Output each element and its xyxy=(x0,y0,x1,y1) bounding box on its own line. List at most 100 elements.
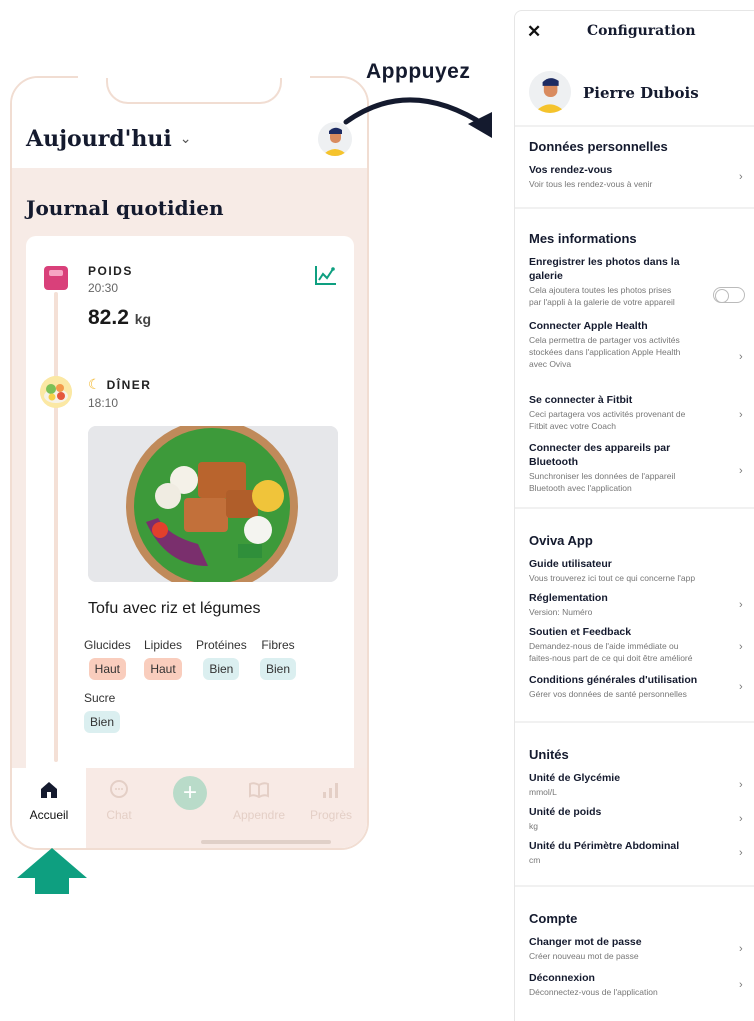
item-regulation[interactable]: Réglementation Version: Numéro xyxy=(529,591,733,618)
item-bluetooth[interactable]: Connecter des appareils par Bluetooth Su… xyxy=(529,441,733,494)
weight-time: 20:30 xyxy=(88,281,119,295)
section-account: Compte Changer mot de passe Créer nouvea… xyxy=(515,887,754,1021)
item-desc-line-2: par l'appli à la galerie de votre appare… xyxy=(529,297,675,307)
item-terms[interactable]: Conditions générales d'utilisation Gérer… xyxy=(529,673,733,700)
nutrient-badge: Haut xyxy=(144,658,182,680)
weight-label: POIDS xyxy=(88,264,133,278)
curved-arrow-icon xyxy=(343,97,492,138)
close-icon[interactable]: ✕ xyxy=(527,22,541,42)
item-title: Unité du Périmètre Abdominal xyxy=(529,840,680,852)
dinner-time: 18:10 xyxy=(88,396,119,410)
bar-chart-icon xyxy=(323,783,338,798)
chevron-right-icon: › xyxy=(739,813,743,825)
tab-chat[interactable]: Chat xyxy=(84,778,154,822)
nutrient-name: Sucre xyxy=(84,691,116,705)
bottom-tab-bar: Accueil Chat + Appendre Progrès xyxy=(12,768,367,848)
item-appointments[interactable]: Vos rendez-vous Voir tous les rendez-vou… xyxy=(529,163,733,190)
date-title: Aujourd'hui xyxy=(26,126,172,152)
meal-photo[interactable] xyxy=(88,426,338,582)
item-desc-line-1: Cela permettra de partager vos activités xyxy=(529,335,680,345)
section-title: Oviva App xyxy=(529,533,593,548)
item-title-line-2: galerie xyxy=(529,270,563,282)
chevron-right-icon: › xyxy=(739,409,743,421)
chat-icon xyxy=(110,780,128,798)
profile-row[interactable]: Pierre Dubois xyxy=(515,55,754,125)
dinner-entry[interactable]: ☾ DÎNER 18:10 xyxy=(88,376,151,410)
item-logout[interactable]: Déconnexion Déconnectez-vous de l'applic… xyxy=(529,971,733,998)
item-title: Connecter Apple Health xyxy=(529,320,648,332)
item-desc: Déconnectez-vous de l'application xyxy=(529,987,658,997)
section-units: Unités Unité de Glycémie mmol/L › Unité … xyxy=(515,723,754,885)
item-desc-line-1: Demandez-nous de l'aide immédiate ou xyxy=(529,641,679,651)
nutrient-sucre: Sucre Bien xyxy=(84,691,121,733)
item-title: Réglementation xyxy=(529,592,608,604)
item-title: Guide utilisateur xyxy=(529,558,612,570)
item-title: Vos rendez-vous xyxy=(529,164,613,176)
tab-home[interactable]: Accueil xyxy=(14,778,84,822)
item-title: Déconnexion xyxy=(529,972,595,984)
chevron-right-icon: › xyxy=(739,847,743,859)
item-title-line-1: Connecter des appareils par xyxy=(529,442,671,454)
item-desc: Gérer vos données de santé personnelles xyxy=(529,689,687,699)
item-user-guide[interactable]: Guide utilisateur Vous trouverez ici tou… xyxy=(529,557,733,584)
nutrient-name: Lipides xyxy=(144,638,183,652)
item-title-line-2: Bluetooth xyxy=(529,456,578,468)
chevron-right-icon: › xyxy=(739,681,743,693)
phone-frame: Aujourd'hui ⌄ Journal quotidien POIDS 20… xyxy=(10,76,369,850)
nutrient-name: Protéines xyxy=(196,638,247,652)
nutrient-name: Glucides xyxy=(84,638,131,652)
item-save-photos: Enregistrer les photos dans la galerie C… xyxy=(529,255,733,308)
tab-progress-label: Progrès xyxy=(309,808,353,822)
section-title: Données personnelles xyxy=(529,139,668,154)
weight-scale-icon xyxy=(44,266,68,290)
meal-bowl-image xyxy=(88,426,338,582)
nutrient-lipides: Lipides Haut xyxy=(144,638,182,680)
item-weight-unit[interactable]: Unité de poids kg xyxy=(529,805,733,832)
section-oviva-app: Oviva App Guide utilisateur Vous trouver… xyxy=(515,509,754,721)
meal-icon xyxy=(40,376,72,408)
nutrient-proteines: Protéines Bien xyxy=(196,638,247,680)
item-title-line-1: Enregistrer les photos dans la xyxy=(529,256,680,268)
item-glucose-unit[interactable]: Unité de Glycémie mmol/L xyxy=(529,771,733,798)
up-arrow-icon xyxy=(17,848,87,894)
tab-progress[interactable]: Progrès xyxy=(296,778,366,822)
phone-notch xyxy=(78,74,310,104)
settings-header: ✕ Configuration xyxy=(515,11,754,55)
chevron-down-icon: ⌄ xyxy=(179,131,192,147)
item-support-feedback[interactable]: Soutien et Feedback Demandez-nous de l'a… xyxy=(529,625,733,664)
annotation-label: Apppuyez xyxy=(366,60,471,83)
date-selector[interactable]: Aujourd'hui ⌄ xyxy=(26,126,191,152)
chevron-right-icon: › xyxy=(739,943,743,955)
nutrient-glucides: Glucides Haut xyxy=(84,638,131,680)
item-title: Se connecter à Fitbit xyxy=(529,394,633,406)
item-fitbit[interactable]: Se connecter à Fitbit Ceci partagera vos… xyxy=(529,393,733,432)
item-desc-line-2: faites-nous part de ce qui doit être amé… xyxy=(529,653,693,663)
chevron-right-icon: › xyxy=(739,979,743,991)
weight-entry[interactable]: POIDS 20:30 xyxy=(88,264,133,295)
item-apple-health[interactable]: Connecter Apple Health Cela permettra de… xyxy=(529,319,733,370)
section-title: Unités xyxy=(529,747,569,762)
nutrient-fibres: Fibres Bien xyxy=(260,638,297,680)
item-title: Unité de Glycémie xyxy=(529,772,621,784)
add-button[interactable]: + xyxy=(155,776,225,810)
tab-learn[interactable]: Appendre xyxy=(224,778,294,822)
nutrient-badge: Haut xyxy=(88,658,127,680)
graph-icon[interactable] xyxy=(314,264,338,286)
settings-panel: ✕ Configuration Pierre Dubois Données pe… xyxy=(514,10,754,1021)
journal-title: Journal quotidien xyxy=(26,196,224,220)
plus-icon: + xyxy=(173,776,207,810)
item-desc: Voir tous les rendez-vous à venir xyxy=(529,179,653,189)
item-desc: Version: Numéro xyxy=(529,607,593,617)
item-change-password[interactable]: Changer mot de passe Créer nouveau mot d… xyxy=(529,935,733,962)
settings-title: Configuration xyxy=(587,23,696,39)
save-photos-toggle[interactable] xyxy=(713,287,745,303)
item-desc: kg xyxy=(529,821,538,831)
nutrient-badge: Bien xyxy=(203,658,240,680)
item-desc-line-2: Fitbit avec votre Coach xyxy=(529,421,616,431)
item-waist-unit[interactable]: Unité du Périmètre Abdominal cm xyxy=(529,839,733,866)
item-title: Changer mot de passe xyxy=(529,936,642,948)
section-my-info: Mes informations Enregistrer les photos … xyxy=(515,209,754,507)
avatar xyxy=(529,71,571,113)
item-title: Unité de poids xyxy=(529,806,602,818)
section-title: Mes informations xyxy=(529,231,637,246)
